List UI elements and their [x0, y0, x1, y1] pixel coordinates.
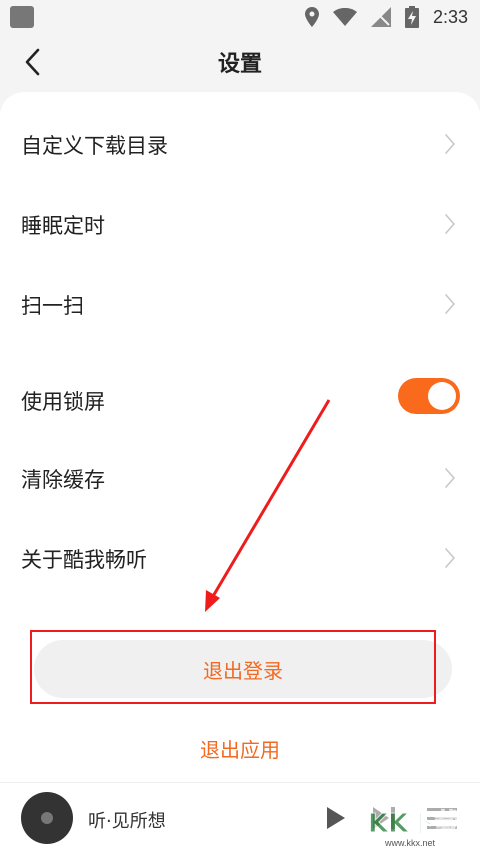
- signal-off-icon: [370, 7, 391, 27]
- logout-label: 退出登录: [203, 658, 283, 683]
- header: 设置: [0, 34, 480, 90]
- next-track-icon[interactable]: [370, 805, 398, 831]
- chevron-right-icon: [445, 214, 456, 234]
- status-time: 2:33: [432, 6, 468, 27]
- setting-label: 清除缓存: [21, 468, 105, 492]
- watermark-url: www.kkx.net: [385, 838, 436, 848]
- track-title: 听·见所想: [88, 811, 166, 832]
- setting-label: 扫一扫: [21, 294, 84, 318]
- setting-row-download-dir[interactable]: 自定义下载目录: [0, 104, 480, 184]
- setting-row-scan[interactable]: 扫一扫: [0, 264, 480, 344]
- album-disc-icon[interactable]: [21, 792, 73, 844]
- playlist-icon[interactable]: [425, 805, 459, 831]
- setting-row-clear-cache[interactable]: 清除缓存: [0, 438, 480, 518]
- battery-charging-icon: [404, 6, 419, 28]
- chevron-right-icon: [445, 468, 456, 488]
- chevron-right-icon: [445, 134, 456, 154]
- app-notification-icon: [10, 6, 34, 28]
- setting-label: 睡眠定时: [21, 214, 105, 238]
- logout-button[interactable]: 退出登录: [34, 640, 452, 698]
- status-icons: 2:33: [304, 4, 468, 30]
- setting-label: 使用锁屏: [21, 390, 105, 414]
- setting-label: 关于酷我畅听: [21, 548, 147, 572]
- setting-row-lock-screen: 使用锁屏: [0, 358, 480, 438]
- location-icon: [304, 7, 319, 27]
- setting-row-about[interactable]: 关于酷我畅听: [0, 518, 480, 598]
- exit-app-button[interactable]: 退出应用: [0, 734, 480, 763]
- setting-row-sleep-timer[interactable]: 睡眠定时: [0, 184, 480, 264]
- toggle-knob: [428, 382, 456, 410]
- chevron-right-icon: [445, 294, 456, 314]
- page-title: 设置: [217, 52, 262, 77]
- setting-label: 自定义下载目录: [21, 134, 168, 158]
- play-icon[interactable]: [324, 805, 348, 831]
- chevron-right-icon: [445, 548, 456, 568]
- lock-screen-toggle[interactable]: [398, 378, 460, 414]
- exit-app-label: 退出应用: [200, 738, 280, 762]
- wifi-icon: [332, 8, 357, 26]
- status-bar: 2:33: [0, 0, 480, 34]
